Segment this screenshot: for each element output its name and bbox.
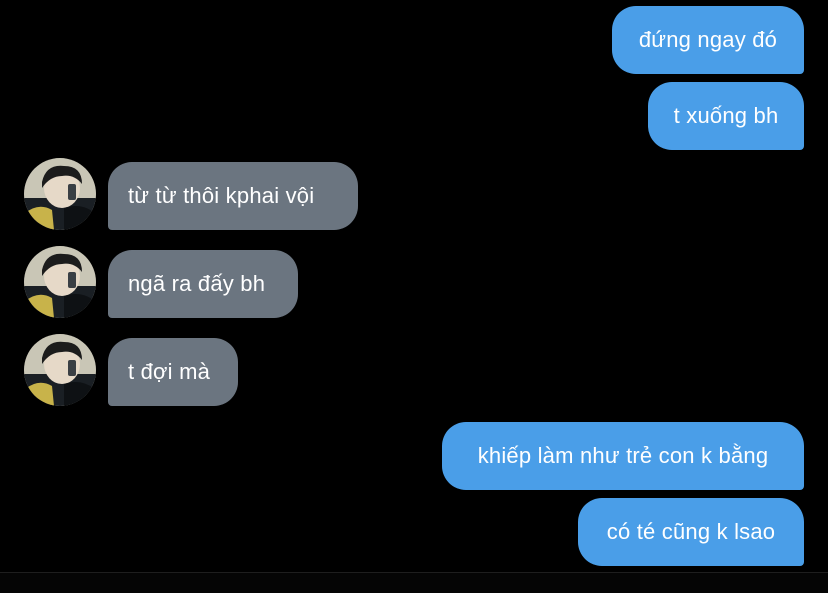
message-text: ngã ra đấy bh — [128, 271, 266, 296]
message-bubble-outgoing[interactable]: khiếp làm như trẻ con k bằng — [442, 422, 804, 490]
message-text: khiếp làm như trẻ con k bằng — [477, 443, 769, 468]
message-bubble-incoming[interactable]: ngã ra đấy bh — [108, 250, 298, 318]
avatar-photo-icon — [24, 334, 96, 406]
message-text: từ từ thôi kphai vội — [128, 183, 315, 208]
message-bubble-outgoing[interactable]: t xuống bh — [648, 82, 804, 150]
message-bubble-incoming[interactable]: từ từ thôi kphai vội — [108, 162, 358, 230]
message-text: t đợi mà — [128, 359, 211, 384]
message-bubble-outgoing[interactable]: có té cũng k lsao — [578, 498, 804, 566]
contact-avatar[interactable] — [24, 334, 96, 406]
bottom-divider — [0, 572, 828, 593]
message-bubble-outgoing[interactable]: đứng ngay đó — [612, 6, 804, 74]
avatar-photo-icon — [24, 158, 96, 230]
message-text: đứng ngay đó — [638, 27, 778, 52]
message-bubble-incoming[interactable]: t đợi mà — [108, 338, 238, 406]
avatar-photo-icon — [24, 246, 96, 318]
message-text: t xuống bh — [673, 103, 779, 128]
contact-avatar[interactable] — [24, 158, 96, 230]
message-text: có té cũng k lsao — [606, 519, 776, 544]
contact-avatar[interactable] — [24, 246, 96, 318]
